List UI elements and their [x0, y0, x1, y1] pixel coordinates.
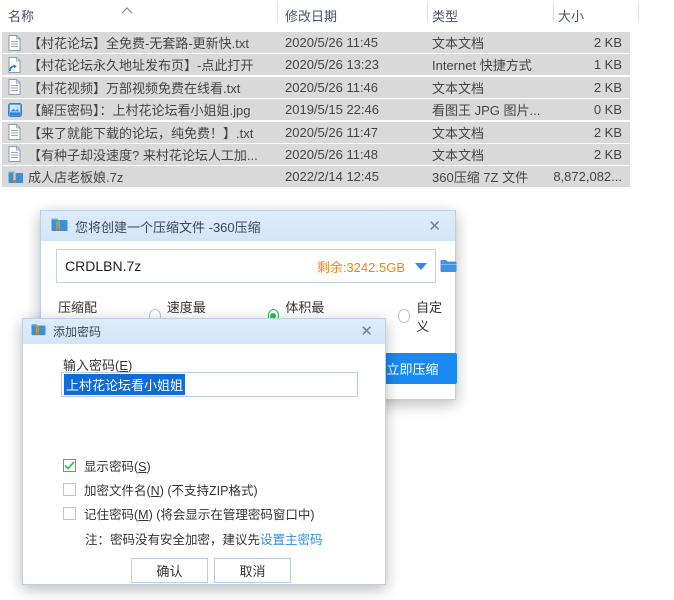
file-type: 文本文档 — [432, 78, 552, 97]
confirm-button[interactable]: 确认 — [131, 558, 208, 583]
file-name: 【解压密码】：上村花论坛看小姐姐.jpg — [28, 100, 285, 119]
checkbox-encrypt-filenames[interactable]: 加密文件名(N) (不支持ZIP格式) — [63, 480, 258, 499]
close-icon[interactable]: ✕ — [356, 322, 377, 341]
column-header-size[interactable]: 大小 — [558, 6, 584, 25]
chevron-down-icon[interactable] — [415, 263, 427, 270]
internet-shortcut-icon — [8, 57, 24, 73]
radio-unselected-icon — [398, 309, 410, 323]
compress-dialog-title: 您将创建一个压缩文件 -360压缩 — [75, 217, 261, 236]
close-icon[interactable]: ✕ — [424, 217, 445, 236]
file-size: 2 KB — [552, 35, 628, 50]
file-date: 2020/5/26 11:47 — [285, 125, 432, 140]
file-date: 2022/2/14 12:45 — [285, 169, 432, 184]
file-size: 1 KB — [552, 57, 628, 72]
file-name: 【村花论坛】全免费-无套路-更新快.txt — [28, 33, 285, 52]
password-dialog-titlebar[interactable]: 添加密码 ✕ — [23, 319, 385, 344]
file-type: Internet 快捷方式 — [432, 55, 552, 74]
disk-space-remaining: 剩余:3242.5GB — [317, 257, 405, 276]
file-name: 【有种子却没速度? 来村花论坛人工加... — [28, 145, 285, 164]
column-header-date[interactable]: 修改日期 — [285, 6, 337, 25]
text-file-icon — [8, 124, 24, 140]
column-header-name[interactable]: 名称 — [8, 6, 34, 25]
jpg-image-icon — [8, 102, 24, 118]
browse-folder-icon[interactable] — [440, 259, 457, 278]
compress-dialog-titlebar[interactable]: 您将创建一个压缩文件 -360压缩 ✕ — [41, 211, 455, 241]
file-rows: 【村花论坛】全免费-无套路-更新快.txt 2020/5/26 11:45 文本… — [2, 32, 630, 189]
text-file-icon — [8, 79, 24, 95]
file-size: 2 KB — [552, 125, 628, 140]
cancel-button[interactable]: 取消 — [214, 558, 291, 583]
checkbox-show-password[interactable]: 显示密码(S) — [63, 456, 151, 475]
file-date: 2019/5/15 22:46 — [285, 102, 432, 117]
add-password-dialog: 添加密码 ✕ 输入密码(E) 上村花论坛看小姐姐 显示密码(S) 加密文件名(N… — [22, 318, 386, 585]
checkbox-unchecked-icon — [63, 483, 76, 496]
radio-custom[interactable]: 自定义 — [398, 297, 448, 335]
column-divider[interactable] — [277, 2, 278, 22]
checkbox-unchecked-icon — [63, 507, 76, 520]
file-type: 文本文档 — [432, 123, 552, 142]
file-date: 2020/5/26 11:46 — [285, 80, 432, 95]
column-divider[interactable] — [427, 2, 428, 22]
file-date: 2020/5/26 13:23 — [285, 57, 432, 72]
column-divider[interactable] — [553, 2, 554, 22]
column-header-type[interactable]: 类型 — [432, 6, 458, 25]
set-master-password-link[interactable]: 设置主密码 — [260, 533, 323, 547]
file-name: 【村花视频】万部视频免费在线看.txt — [28, 78, 285, 97]
archive-filename-input[interactable]: CRDLBN.7z 剩余:3242.5GB — [56, 249, 436, 283]
file-date: 2020/5/26 11:45 — [285, 35, 432, 50]
file-row[interactable]: 【村花视频】万部视频免费在线看.txt 2020/5/26 11:46 文本文档… — [2, 77, 630, 98]
password-input[interactable]: 上村花论坛看小姐姐 — [61, 372, 358, 397]
checkbox-remember-password[interactable]: 记住密码(M) (将会显示在管理密码窗口中) — [63, 504, 315, 523]
file-size: 2 KB — [552, 147, 628, 162]
password-dialog-title: 添加密码 — [53, 323, 101, 340]
file-size: 8,872,082... — [552, 169, 628, 184]
file-row[interactable]: 【有种子却没速度? 来村花论坛人工加... 2020/5/26 11:48 文本… — [2, 144, 630, 165]
file-name: 成人店老板娘.7z — [28, 167, 285, 186]
text-file-icon — [8, 146, 24, 162]
file-size: 0 KB — [552, 102, 628, 117]
file-type: 文本文档 — [432, 33, 552, 52]
file-size: 2 KB — [552, 80, 628, 95]
file-date: 2020/5/26 11:48 — [285, 147, 432, 162]
password-selected-text: 上村花论坛看小姐姐 — [64, 374, 185, 395]
checkbox-checked-icon — [63, 459, 76, 472]
text-file-icon — [8, 35, 24, 51]
7z-archive-icon — [8, 169, 24, 185]
archive-filename-value: CRDLBN.7z — [65, 258, 317, 274]
file-row[interactable]: 成人店老板娘.7z 2022/2/14 12:45 360压缩 7Z 文件 8,… — [2, 166, 630, 187]
file-name: 【村花论坛永久地址发布页】-点此打开 — [28, 55, 285, 74]
file-explorer: 名称 修改日期 类型 大小 【村花论坛】全免费-无套路-更新快.txt 2020… — [0, 0, 674, 200]
360zip-archive-icon — [31, 322, 46, 341]
file-type: 看图王 JPG 图片... — [432, 100, 552, 119]
file-row[interactable]: 【村花论坛永久地址发布页】-点此打开 2020/5/26 13:23 Inter… — [2, 54, 630, 75]
file-row[interactable]: 【来了就能下载的论坛，纯免费！】.txt 2020/5/26 11:47 文本文… — [2, 122, 630, 143]
file-name: 【来了就能下载的论坛，纯免费！】.txt — [28, 123, 285, 142]
file-type: 360压缩 7Z 文件 — [432, 167, 552, 186]
file-row[interactable]: 【村花论坛】全免费-无套路-更新快.txt 2020/5/26 11:45 文本… — [2, 32, 630, 53]
screen: 名称 修改日期 类型 大小 【村花论坛】全免费-无套路-更新快.txt 2020… — [0, 0, 674, 600]
file-row[interactable]: 【解压密码】：上村花论坛看小姐姐.jpg 2019/5/15 22:46 看图王… — [2, 99, 630, 120]
360zip-archive-icon — [51, 216, 68, 237]
column-divider[interactable] — [638, 2, 639, 22]
file-type: 文本文档 — [432, 145, 552, 164]
sort-ascending-icon[interactable] — [121, 1, 133, 19]
security-note: 注：密码没有安全加密，建议先设置主密码 — [85, 529, 323, 548]
